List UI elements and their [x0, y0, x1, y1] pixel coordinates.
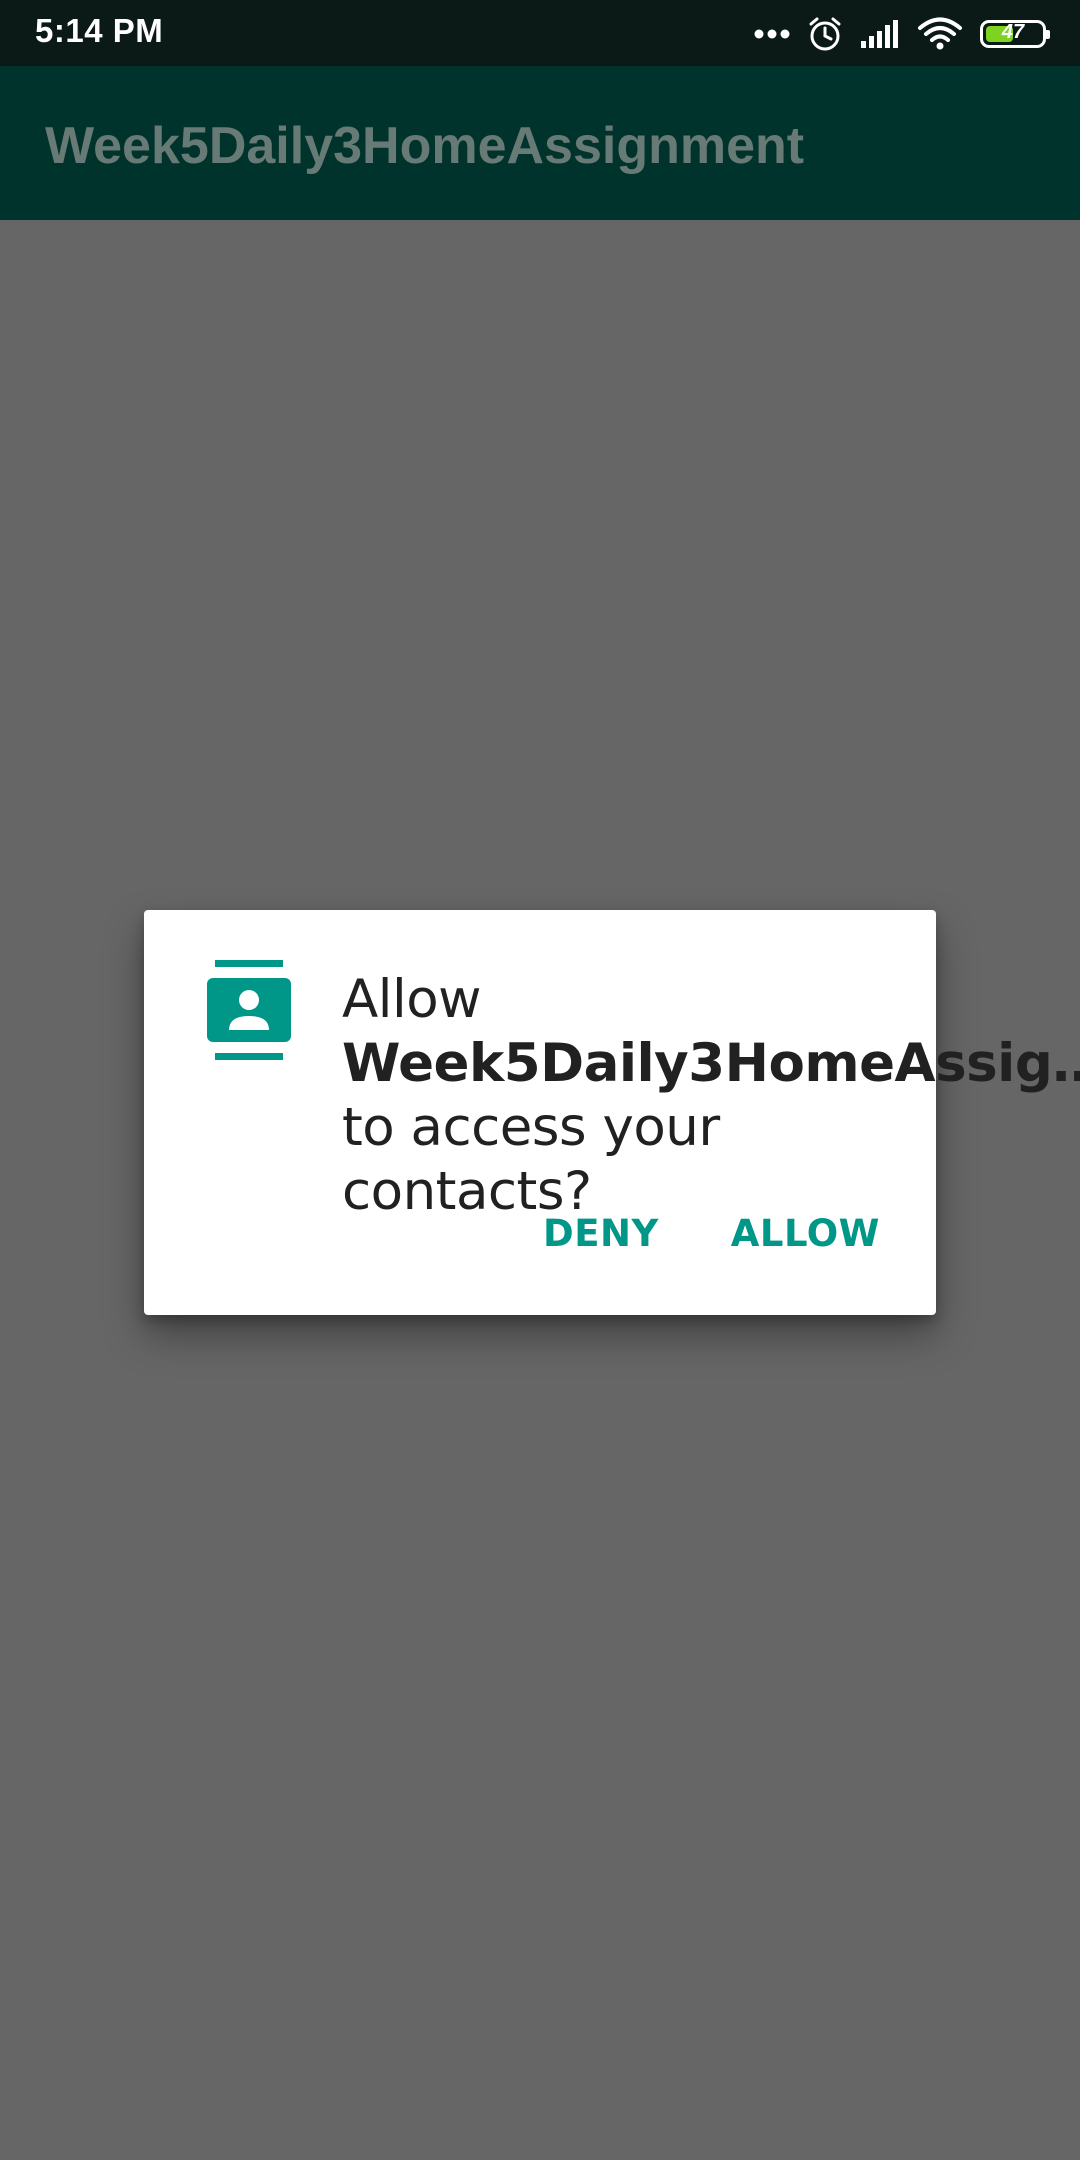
- dialog-actions: DENY ALLOW: [543, 1212, 880, 1255]
- deny-button[interactable]: DENY: [543, 1212, 659, 1255]
- status-time: 5:14 PM: [35, 12, 164, 49]
- contacts-icon: [207, 960, 291, 1060]
- permission-message: Allow Week5Daily3HomeAssig… to access yo…: [342, 968, 1080, 1224]
- app-bar: Week5Daily3HomeAssignment: [0, 66, 1080, 220]
- permission-dialog: Allow Week5Daily3HomeAssig… to access yo…: [144, 910, 1080, 1315]
- status-bar: 5:14 PM 47: [0, 0, 1080, 66]
- status-icons: 47: [754, 14, 1050, 54]
- wifi-icon: [918, 17, 962, 51]
- app-title: Week5Daily3HomeAssignment: [45, 117, 805, 175]
- battery-level: 47: [1001, 21, 1025, 43]
- alarm-icon: [808, 16, 842, 52]
- battery-icon: 47: [980, 20, 1050, 48]
- more-dots-icon: [754, 29, 790, 39]
- requesting-app-name: Week5Daily3HomeAssig…: [342, 1033, 1080, 1094]
- signal-icon: [860, 19, 900, 49]
- allow-button[interactable]: ALLOW: [731, 1212, 880, 1255]
